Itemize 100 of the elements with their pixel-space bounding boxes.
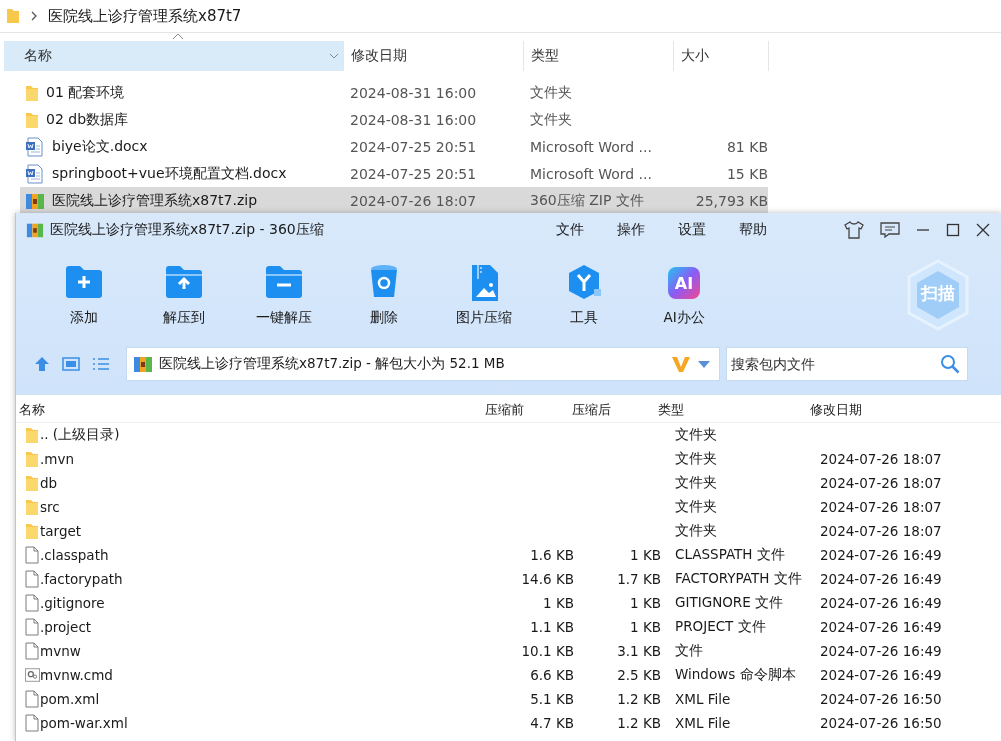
date-text: 2024-07-26 16:49 bbox=[819, 571, 943, 587]
date-text: 2024-07-26 18:07 bbox=[819, 523, 943, 539]
file-name[interactable]: pom.xml bbox=[40, 691, 491, 707]
file-name[interactable]: .classpath bbox=[40, 547, 491, 563]
date-text: 2024-07-26 18:07 bbox=[350, 192, 478, 209]
file-icon bbox=[25, 642, 39, 660]
file-icon bbox=[25, 546, 39, 564]
type-text: Windows 命令脚本 bbox=[674, 666, 797, 684]
file-name: biye论文.docx bbox=[52, 137, 148, 156]
size-text: 1 KB bbox=[629, 595, 662, 611]
up-arrow-icon[interactable] bbox=[34, 356, 50, 372]
file-name[interactable]: .gitignore bbox=[40, 595, 491, 611]
archive-icon bbox=[133, 354, 153, 374]
type-text: XML File bbox=[674, 715, 732, 731]
document-icon bbox=[25, 163, 45, 184]
v-logo-icon[interactable] bbox=[671, 354, 691, 374]
breadcrumb-item[interactable]: 医院线上诊疗管理系统x87t7 bbox=[48, 6, 242, 26]
column-header[interactable]: 大小 bbox=[674, 41, 769, 71]
file-row[interactable]: 01 配套环境 2024-08-31 16:00 文件夹 bbox=[20, 79, 768, 106]
size-text: 1 KB bbox=[629, 619, 662, 635]
file-icon bbox=[25, 594, 39, 612]
menu-item[interactable]: 操作 bbox=[617, 221, 645, 239]
toolbar-button[interactable]: 解压到 bbox=[134, 257, 234, 345]
type-text: Microsoft Word ... bbox=[530, 138, 653, 155]
folder-icon bbox=[25, 83, 39, 102]
type-text: XML File bbox=[674, 691, 732, 707]
type-text: PROJECT 文件 bbox=[674, 618, 767, 636]
file-row[interactable]: 02 db数据库 2024-08-31 16:00 文件夹 bbox=[20, 106, 768, 133]
column-header[interactable]: 类型 bbox=[524, 41, 674, 71]
date-text: 2024-07-26 16:50 bbox=[819, 691, 943, 707]
file-name[interactable]: mvnw bbox=[40, 643, 491, 659]
archive-icon bbox=[26, 221, 44, 239]
size-text: 5.1 KB bbox=[529, 691, 575, 707]
toolbar-button[interactable]: 工具 bbox=[534, 257, 634, 345]
type-text: 文件 bbox=[674, 642, 704, 660]
file-name[interactable]: target bbox=[40, 523, 491, 539]
message-icon[interactable] bbox=[880, 221, 900, 239]
file-name[interactable]: src bbox=[40, 499, 491, 515]
size-text: 6.6 KB bbox=[529, 667, 575, 683]
file-name[interactable]: mvnw.cmd bbox=[40, 667, 491, 683]
type-text: 360压缩 ZIP 文件 bbox=[530, 191, 645, 210]
folder-icon bbox=[25, 474, 39, 492]
toolbar-button[interactable]: 一键解压 bbox=[234, 257, 334, 345]
size-text: 1.1 KB bbox=[529, 619, 575, 635]
file-name[interactable]: .project bbox=[40, 619, 491, 635]
column-header[interactable]: 修改日期 bbox=[344, 41, 524, 71]
date-text: 2024-08-31 16:00 bbox=[350, 84, 478, 101]
toolbar-button[interactable]: 添加 bbox=[34, 257, 134, 345]
type-text: 文件夹 bbox=[674, 498, 718, 516]
toolbar-button[interactable]: AI AI办公 bbox=[634, 257, 734, 345]
dropdown-icon[interactable] bbox=[697, 359, 711, 369]
search-field[interactable]: 搜索包内文件 bbox=[726, 347, 968, 381]
toolbar-button[interactable]: 图片压缩 bbox=[434, 257, 534, 345]
list-view-icon[interactable] bbox=[92, 356, 110, 372]
shirt-icon[interactable] bbox=[844, 221, 864, 239]
address-field[interactable]: 医院线上诊疗管理系统x87t7.zip - 解包大小为 52.1 MB bbox=[126, 347, 720, 381]
column-header[interactable]: 类型 bbox=[655, 401, 807, 419]
file-name[interactable]: pom-war.xml bbox=[40, 715, 491, 731]
size-text: 2.5 KB bbox=[616, 667, 662, 683]
toolbar-button[interactable]: 删除 bbox=[334, 257, 434, 345]
date-text: 2024-07-26 16:49 bbox=[819, 643, 943, 659]
date-text: 2024-07-26 16:49 bbox=[819, 667, 943, 683]
type-text: GITIGNORE 文件 bbox=[674, 594, 785, 612]
file-name[interactable]: .. (上级目录) bbox=[40, 426, 491, 444]
maximize-icon[interactable] bbox=[946, 223, 960, 237]
file-name[interactable]: db bbox=[40, 475, 491, 491]
dropdown-icon[interactable] bbox=[329, 52, 339, 60]
file-row[interactable]: springboot+vue环境配置文档.docx 2024-07-25 20:51 Microsoft Word ... 15 KB bbox=[20, 160, 768, 187]
file-name[interactable]: .factorypath bbox=[40, 571, 491, 587]
close-icon[interactable] bbox=[976, 223, 990, 237]
type-text: FACTORYPATH 文件 bbox=[674, 570, 803, 588]
column-header[interactable]: 压缩后 bbox=[569, 401, 655, 419]
file-row[interactable]: 医院线上诊疗管理系统x87t7.zip 2024-07-26 18:07 360压缩 ZIP 文件 25,793 KB bbox=[20, 187, 768, 214]
file-name[interactable]: .mvn bbox=[40, 451, 491, 467]
date-text: 2024-07-26 16:50 bbox=[819, 715, 943, 731]
menu-item[interactable]: 设置 bbox=[678, 221, 706, 239]
file-icon bbox=[25, 618, 39, 636]
type-text: 文件夹 bbox=[674, 426, 718, 444]
folder-icon bbox=[25, 522, 39, 540]
window-title: 医院线上诊疗管理系统x87t7.zip - 360压缩 bbox=[50, 221, 325, 239]
size-text: 10.1 KB bbox=[520, 643, 575, 659]
size-text: 15 KB bbox=[725, 165, 768, 182]
menu-item[interactable]: 帮助 bbox=[739, 221, 767, 239]
thumbnail-view-icon[interactable] bbox=[62, 356, 80, 372]
column-header[interactable]: 修改日期 bbox=[807, 401, 1001, 419]
size-text: 1.7 KB bbox=[616, 571, 662, 587]
file-row[interactable]: biye论文.docx 2024-07-25 20:51 Microsoft Word ... 81 KB bbox=[20, 133, 768, 160]
date-text: 2024-07-26 18:07 bbox=[819, 451, 943, 467]
column-header[interactable]: 名称 bbox=[16, 401, 482, 419]
menu-item[interactable]: 文件 bbox=[556, 221, 584, 239]
file-name: springboot+vue环境配置文档.docx bbox=[52, 164, 287, 183]
type-text: Microsoft Word ... bbox=[530, 165, 653, 182]
search-icon[interactable] bbox=[940, 354, 960, 374]
column-header[interactable]: 名称 bbox=[4, 41, 344, 71]
column-header[interactable]: 压缩前 bbox=[482, 401, 569, 419]
date-text: 2024-07-26 18:07 bbox=[819, 475, 943, 491]
date-text: 2024-07-26 16:49 bbox=[819, 619, 943, 635]
folder-icon bbox=[25, 110, 39, 129]
size-text: 25,793 KB bbox=[694, 192, 768, 209]
type-text: 文件夹 bbox=[674, 522, 718, 540]
